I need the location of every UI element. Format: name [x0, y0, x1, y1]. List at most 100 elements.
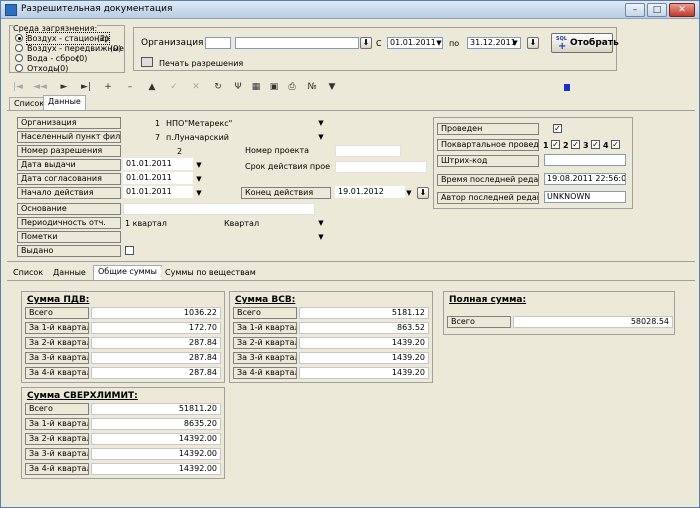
tab-bottom-line [7, 280, 695, 281]
env-radio-1[interactable] [15, 44, 23, 52]
quarter-checkbox[interactable]: ✓ [591, 140, 600, 149]
sum-row-label: За 3-й квартал [25, 352, 89, 364]
quarter-number: 1 [543, 141, 549, 150]
quarter-checkbox[interactable]: ✓ [611, 140, 620, 149]
minimize-button[interactable]: – [625, 3, 645, 17]
author-value: UNKNOWN [544, 191, 626, 203]
sum-row-value: 51811.20 [91, 403, 221, 415]
next-icon[interactable]: ► [57, 81, 71, 94]
permit-number-value[interactable]: 2 [177, 146, 182, 157]
sum-row-label: За 4-й квартал [25, 367, 89, 379]
sum-row-label: За 1-й квартал [25, 322, 89, 334]
env-radio-3[interactable] [15, 64, 23, 72]
start-date-field[interactable]: 01.01.2011 [123, 186, 193, 198]
filter-icon[interactable]: Ψ [231, 81, 245, 94]
barcode-field[interactable] [544, 154, 626, 166]
org-value: НПО"Метарекс" [166, 119, 233, 128]
sum-row-value: 58028.54 [513, 316, 673, 328]
chevron-down-icon[interactable]: ▼ [511, 38, 519, 48]
start-date-label: Начало действия [17, 187, 121, 199]
tab-data-top[interactable]: Данные [43, 95, 86, 110]
quarter-checkbox[interactable]: ✓ [551, 140, 560, 149]
move-up-icon[interactable]: ▲ [145, 81, 159, 94]
last-edit-value: 19.08.2011 22:56:08 [544, 173, 626, 185]
cancel-icon[interactable]: ✕ [189, 81, 203, 94]
chevron-down-icon[interactable]: ▼ [195, 160, 203, 170]
sum-row-label: За 2-й квартал [233, 337, 297, 349]
done-label: Проведен [437, 123, 539, 135]
sum-row-value: 287.84 [91, 337, 221, 349]
sum-row-label: За 4-й квартал [25, 463, 89, 475]
refresh-icon[interactable]: ↻ [211, 81, 225, 94]
project-number-label: Номер проекта [241, 145, 331, 157]
project-number-field[interactable] [335, 145, 401, 157]
print-permit-link[interactable]: Печать разрешения [159, 58, 243, 69]
sum-title-vsv: Сумма ВСВ: [235, 295, 296, 305]
window-title: Разрешительная документация [21, 4, 173, 14]
add-icon[interactable]: + [101, 81, 115, 94]
notes-label: Пометки [17, 231, 121, 243]
chevron-down-icon[interactable]: ▼ [317, 132, 325, 142]
agreed-date-label: Дата согласования [17, 173, 121, 185]
given-label: Выдано [17, 245, 121, 257]
date-pick-button[interactable]: ⬇ [527, 37, 539, 49]
title-bar: Разрешительная документация – □ ✕ [1, 1, 699, 19]
select-button-label: Отобрать [570, 38, 619, 48]
period-type: Квартал [224, 219, 260, 228]
select-button[interactable]: SQL + Отобрать [551, 33, 619, 53]
period-label: Периодичность отч. [17, 217, 121, 229]
confirm-icon[interactable]: ✓ [167, 81, 181, 94]
sum-row-value: 172.70 [91, 322, 221, 334]
tab-list[interactable]: Список [9, 267, 48, 280]
first-icon[interactable]: |◄ [11, 81, 25, 94]
sum-row-value: 287.84 [91, 352, 221, 364]
done-checkbox[interactable]: ✓ [553, 124, 562, 133]
sum-row-value: 1439.20 [299, 352, 429, 364]
chevron-down-icon[interactable]: ▼ [317, 118, 325, 128]
chevron-down-icon[interactable]: ▼ [195, 174, 203, 184]
env-radio-2[interactable] [15, 54, 23, 62]
printer-icon[interactable] [141, 57, 153, 67]
sum-row-value: 14392.00 [91, 448, 221, 460]
project-term-field[interactable] [335, 161, 427, 173]
tab-data[interactable]: Данные [49, 267, 90, 280]
quarter-number: 4 [603, 141, 609, 150]
grid-icon[interactable]: ▦ [249, 81, 263, 94]
last-edit-label: Время последней редакции [437, 174, 539, 186]
tab-divider [7, 110, 695, 111]
chevron-down-icon[interactable]: ▼ [317, 218, 325, 228]
last-icon[interactable]: ►| [79, 81, 93, 94]
tab-substance-sums[interactable]: Суммы по веществам [161, 267, 260, 280]
number-icon[interactable]: № [305, 81, 319, 94]
env-radio-0[interactable] [15, 34, 23, 42]
prev-icon[interactable]: ◄◄ [33, 81, 47, 94]
sum-row-value: 14392.00 [91, 463, 221, 475]
agreed-date-field[interactable]: 01.01.2011 [123, 172, 193, 184]
chevron-down-icon[interactable]: ▼ [317, 232, 325, 242]
issued-date-field[interactable]: 01.01.2011 [123, 158, 193, 170]
sum-row-label: Всего [25, 307, 89, 319]
close-button[interactable]: ✕ [669, 3, 695, 17]
image-icon[interactable]: ▣ [267, 81, 281, 94]
chevron-down-icon[interactable]: ▼ [405, 188, 413, 198]
env-option-label[interactable]: Отходы [27, 63, 59, 74]
end-date-pick-button[interactable]: ⬇ [417, 187, 429, 199]
chevron-down-icon[interactable]: ▼ [435, 38, 443, 48]
given-checkbox[interactable] [125, 246, 134, 255]
sum-row-label: За 4-й квартал [233, 367, 297, 379]
org-pick-button[interactable]: ⬇ [360, 37, 372, 49]
arrow-down-icon[interactable]: ▼ [325, 81, 339, 94]
maximize-button[interactable]: □ [647, 3, 667, 17]
end-date-field[interactable]: 19.01.2012 [335, 186, 405, 198]
print-icon[interactable]: ⎙ [285, 81, 299, 94]
branch-value: п.Луначарский [166, 133, 229, 142]
status-indicator [564, 84, 570, 91]
env-option-count: (0) [57, 64, 69, 73]
org-name-field[interactable] [235, 37, 359, 49]
quarter-checkbox[interactable]: ✓ [571, 140, 580, 149]
tab-total-sums[interactable]: Общие суммы [93, 265, 162, 280]
chevron-down-icon[interactable]: ▼ [195, 188, 203, 198]
delete-icon[interactable]: – [123, 81, 137, 94]
basis-field[interactable] [123, 203, 315, 215]
org-code-field[interactable] [205, 37, 231, 49]
